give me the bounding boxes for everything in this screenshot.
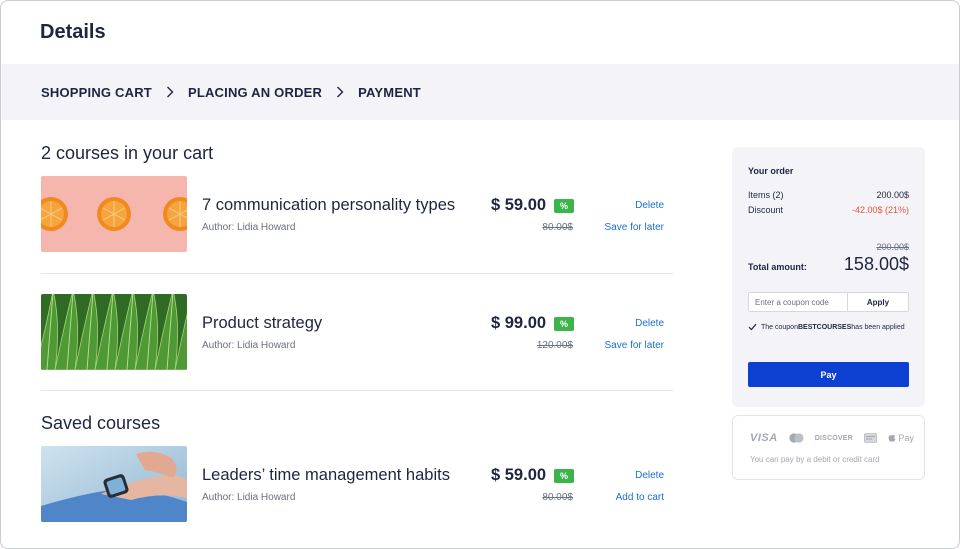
save-for-later-link[interactable]: Save for later <box>605 222 664 233</box>
chevron-right-icon <box>322 86 358 98</box>
apply-coupon-button[interactable]: Apply <box>848 293 908 311</box>
delete-link[interactable]: Delete <box>635 318 664 329</box>
coupon-form: Apply <box>748 292 909 312</box>
discount-badge: % <box>554 199 574 213</box>
discount-row: Discount -42.00$ (21%) <box>748 205 909 215</box>
course-price: $ 59.00 <box>491 466 547 484</box>
checkout-window: Details SHOPPING CART PLACING AN ORDER P… <box>0 0 960 549</box>
divider <box>41 390 673 391</box>
course-thumbnail-leaves[interactable] <box>41 294 187 370</box>
payment-methods-card: VISA DISCOVER Pay You can pay by a debit… <box>732 415 925 480</box>
add-to-cart-link[interactable]: Add to cart <box>616 492 664 503</box>
save-for-later-link[interactable]: Save for later <box>605 340 664 351</box>
items-value: 200.00$ <box>876 190 909 200</box>
amex-icon <box>864 433 877 443</box>
course-thumbnail-smartwatch[interactable] <box>41 446 187 522</box>
chevron-right-icon <box>152 86 188 98</box>
total-amount-value: 158.00$ <box>843 254 909 274</box>
order-summary-card: Your order Items (2) 200.00$ Discount -4… <box>732 147 925 407</box>
payment-note: You can pay by a debit or credit card <box>750 455 880 464</box>
discount-value: -42.00$ (21%) <box>851 205 909 215</box>
apple-pay-label: Pay <box>898 433 914 443</box>
coupon-input[interactable] <box>749 293 848 311</box>
cart-item: 7 communication personality types Author… <box>41 176 673 254</box>
apple-pay-icon: Pay <box>888 433 914 443</box>
course-old-price: 120.00$ <box>536 340 573 351</box>
visa-icon: VISA <box>750 432 778 444</box>
course-old-price: 80.00$ <box>542 492 573 503</box>
payment-icons: VISA DISCOVER Pay <box>750 432 914 444</box>
course-author: Author: Lidia Howard <box>202 492 296 503</box>
course-thumbnail-tangerines[interactable] <box>41 176 187 252</box>
course-title[interactable]: 7 communication personality types <box>202 196 455 215</box>
delete-link[interactable]: Delete <box>635 470 664 481</box>
saved-courses-heading: Saved courses <box>41 413 161 433</box>
items-row: Items (2) 200.00$ <box>748 190 909 200</box>
checkmark-icon <box>748 323 757 331</box>
pay-button[interactable]: Pay <box>748 362 909 387</box>
coupon-applied-prefix: The coupon <box>761 323 798 331</box>
discount-label: Discount <box>748 205 784 215</box>
course-author: Author: Lidia Howard <box>202 340 296 351</box>
total-amount-label: Total amount: <box>748 262 807 272</box>
order-summary-title: Your order <box>748 166 794 176</box>
old-total: 200.00$ <box>876 242 909 252</box>
coupon-code: BESTCOURSES <box>797 323 852 331</box>
coupon-applied-suffix: has been applied <box>851 323 905 331</box>
items-label: Items (2) <box>748 190 784 200</box>
cart-item: Product strategy Author: Lidia Howard $ … <box>41 294 673 372</box>
course-price: $ 59.00 <box>491 196 547 214</box>
course-title[interactable]: Leaders’ time management habits <box>202 466 450 485</box>
divider <box>41 273 673 274</box>
cart-heading: 2 courses in your cart <box>41 143 214 163</box>
step-shopping-cart[interactable]: SHOPPING CART <box>41 85 152 100</box>
apple-icon <box>888 433 896 442</box>
step-payment[interactable]: PAYMENT <box>358 85 421 100</box>
discount-badge: % <box>554 469 574 483</box>
course-author: Author: Lidia Howard <box>202 222 296 233</box>
step-placing-order[interactable]: PLACING AN ORDER <box>188 85 322 100</box>
discount-badge: % <box>554 317 574 331</box>
discover-icon: DISCOVER <box>814 434 853 442</box>
mastercard-icon <box>789 433 804 443</box>
course-price: $ 99.00 <box>491 314 547 332</box>
delete-link[interactable]: Delete <box>635 200 664 211</box>
course-title[interactable]: Product strategy <box>202 314 322 333</box>
coupon-applied-message: The coupon BESTCOURSES has been applied <box>748 323 905 331</box>
checkout-steps-breadcrumb: SHOPPING CART PLACING AN ORDER PAYMENT <box>2 64 959 120</box>
page-title: Details <box>40 21 106 43</box>
course-old-price: 80.00$ <box>542 222 573 233</box>
saved-item: Leaders’ time management habits Author: … <box>41 446 673 524</box>
